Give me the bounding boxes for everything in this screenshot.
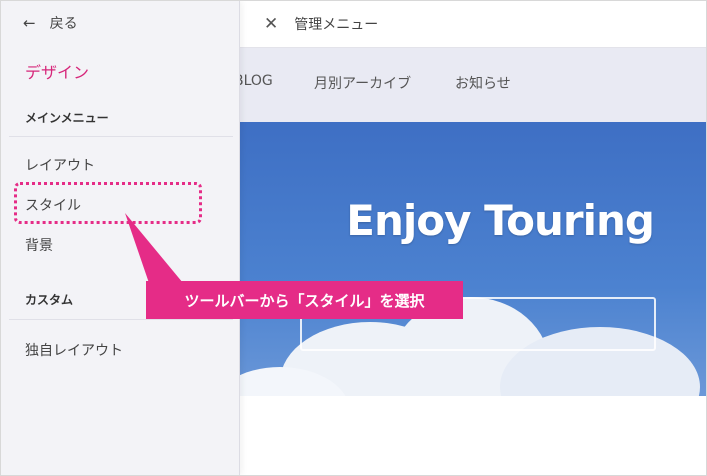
app-frame: BLOG 月別アーカイブ お知らせ Enjoy Touring ✕ 管理メニュー… <box>0 0 707 476</box>
callout-pointer-arrow <box>125 213 183 283</box>
callout-pointer <box>125 213 183 283</box>
annotation-callout: ツールバーから「スタイル」を選択 <box>146 281 463 319</box>
